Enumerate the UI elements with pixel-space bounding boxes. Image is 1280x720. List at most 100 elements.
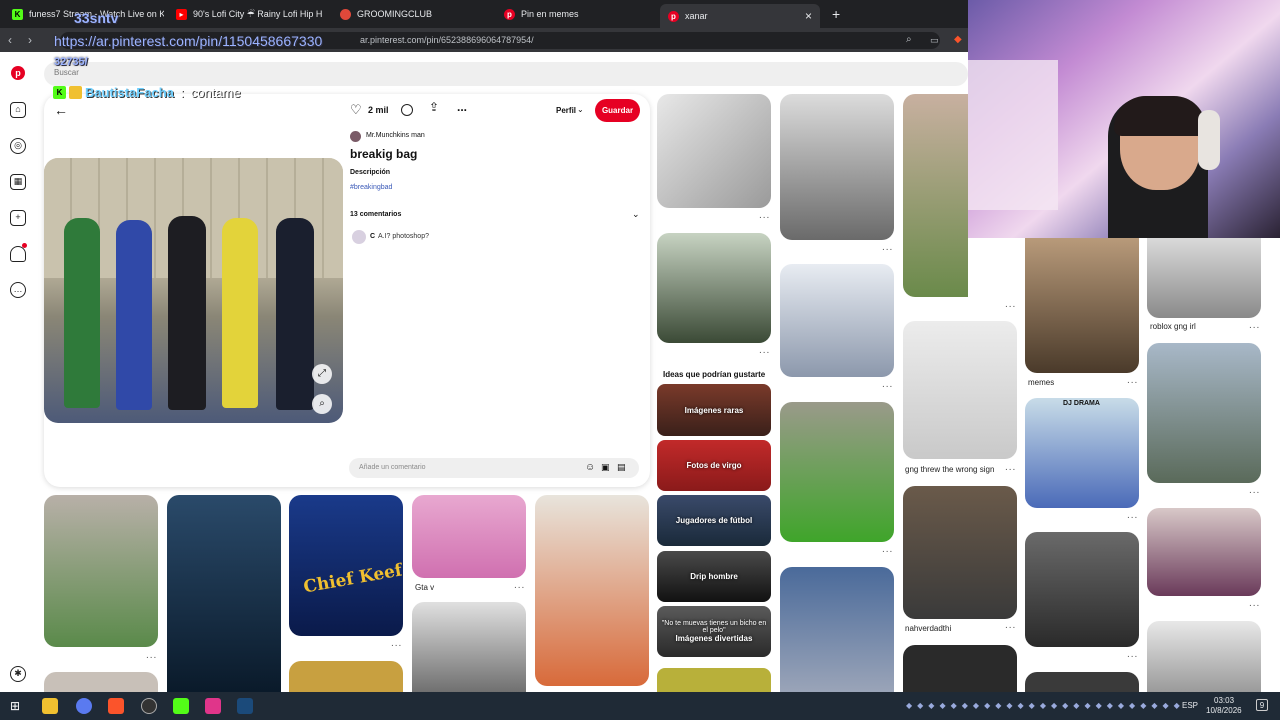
system-tray-icons[interactable]: ◆◆◆◆◆◆◆◆◆◆◆◆◆◆◆◆◆◆◆◆◆◆◆◆◆: [906, 701, 1185, 710]
more-options-icon[interactable]: ...: [146, 650, 157, 661]
emoji-icon[interactable]: ☺: [585, 462, 595, 473]
idea-card[interactable]: Fotos de virgo: [657, 440, 771, 491]
brave-icon[interactable]: [108, 698, 124, 714]
pin-thumbnail[interactable]: [1147, 621, 1261, 692]
back-arrow-icon[interactable]: ←: [54, 102, 68, 118]
expand-icon[interactable]: ⤢: [312, 364, 332, 384]
back-icon[interactable]: ‹: [8, 33, 12, 47]
more-options-icon[interactable]: ...: [1005, 462, 1016, 473]
brave-icon[interactable]: ◆: [954, 33, 962, 47]
more-options-icon[interactable]: ...: [1127, 649, 1138, 660]
more-options-icon[interactable]: ...: [457, 100, 467, 114]
file-explorer-icon[interactable]: [42, 698, 58, 714]
more-options-icon[interactable]: ...: [1249, 485, 1260, 496]
comments-heading[interactable]: 13 comentarios: [350, 211, 401, 218]
more-options-icon[interactable]: ...: [882, 544, 893, 555]
pin-thumbnail[interactable]: [1025, 238, 1139, 373]
more-options-icon[interactable]: ...: [1127, 375, 1138, 386]
home-icon[interactable]: ⌂: [10, 102, 26, 118]
heart-icon[interactable]: ♡: [350, 102, 362, 118]
pinterest-logo-icon[interactable]: p: [11, 66, 25, 80]
more-options-icon[interactable]: ...: [759, 345, 770, 356]
idea-card[interactable]: Jugadores de fútbol: [657, 495, 771, 546]
pin-thumbnail[interactable]: [1025, 672, 1139, 692]
pin-thumbnail[interactable]: [412, 602, 526, 692]
steam-icon[interactable]: [237, 698, 253, 714]
pin-thumbnail[interactable]: [780, 94, 894, 240]
obs-icon[interactable]: [141, 698, 157, 714]
more-options-icon[interactable]: ...: [882, 379, 893, 390]
idea-card[interactable]: Drip hombre: [657, 551, 771, 602]
windows-start-icon[interactable]: ⊞: [10, 698, 26, 714]
author-avatar[interactable]: [350, 131, 361, 142]
chevron-down-icon[interactable]: ⌄: [632, 209, 640, 220]
explore-icon[interactable]: ◎: [10, 138, 26, 154]
author-name[interactable]: Mr.Munchkins man: [366, 132, 425, 139]
more-options-icon[interactable]: ...: [1249, 320, 1260, 331]
close-tab-icon[interactable]: ×: [805, 9, 812, 23]
boards-icon[interactable]: ▦: [10, 174, 26, 190]
pin-thumbnail[interactable]: [167, 495, 281, 692]
pin-thumbnail[interactable]: [1147, 343, 1261, 483]
more-options-icon[interactable]: ...: [1005, 620, 1016, 631]
pinterest-search-bar[interactable]: Buscar: [44, 62, 968, 86]
pin-thumbnail[interactable]: [535, 495, 649, 686]
notification-count[interactable]: 9: [1256, 699, 1268, 711]
image-icon[interactable]: ▤: [617, 462, 626, 473]
pin-thumbnail[interactable]: [44, 495, 158, 647]
pin-thumbnail[interactable]: [1147, 238, 1261, 318]
create-icon[interactable]: +: [10, 210, 26, 226]
forward-icon[interactable]: ›: [28, 33, 32, 47]
more-options-icon[interactable]: ...: [391, 638, 402, 649]
pin-thumbnail[interactable]: [780, 402, 894, 542]
pin-thumbnail[interactable]: [780, 264, 894, 377]
pin-thumbnail[interactable]: [903, 486, 1017, 619]
commenter-avatar[interactable]: [352, 230, 366, 244]
comment-input[interactable]: Añade un comentario ☺ ▣ ▤: [349, 458, 639, 478]
idea-card[interactable]: "No te muevas tienes un bicho en el pelo…: [657, 606, 771, 657]
clock-time[interactable]: 03:03: [1214, 696, 1234, 705]
pin-thumbnail[interactable]: [657, 94, 771, 208]
kick-icon[interactable]: [173, 698, 189, 714]
profile-dropdown[interactable]: Perfil: [556, 106, 576, 115]
app-icon[interactable]: [205, 698, 221, 714]
chrome-icon[interactable]: [76, 698, 92, 714]
pin-thumbnail[interactable]: [903, 94, 968, 297]
tab-groomingclub[interactable]: GROOMINGCLUB: [332, 3, 492, 25]
save-button[interactable]: Guardar: [595, 99, 640, 122]
tab-xanar[interactable]: p xanar ×: [660, 4, 820, 28]
notifications-icon[interactable]: [10, 243, 27, 262]
settings-gear-icon[interactable]: ✱: [10, 666, 26, 682]
pin-thumbnail[interactable]: [412, 495, 526, 578]
tab-youtube[interactable]: ▸ 90's Lofi City ☔ Rainy Lofi Hip H: [168, 3, 328, 25]
tab-pin-memes[interactable]: p Pin en memes: [496, 3, 656, 25]
more-options-icon[interactable]: ...: [1127, 510, 1138, 521]
pin-thumbnail[interactable]: [903, 645, 1017, 692]
pin-thumbnail[interactable]: [780, 567, 894, 692]
pin-main-image[interactable]: ⤢ ⌕: [44, 158, 343, 423]
comment-icon[interactable]: [401, 104, 413, 116]
idea-card[interactable]: Imágenes raras: [657, 384, 771, 436]
more-options-icon[interactable]: ...: [1249, 598, 1260, 609]
pin-thumbnail[interactable]: [1025, 532, 1139, 647]
sticker-icon[interactable]: ▣: [601, 462, 610, 473]
more-options-icon[interactable]: ...: [882, 242, 893, 253]
pin-thumbnail[interactable]: [657, 233, 771, 343]
visual-search-icon[interactable]: ⌕: [312, 394, 332, 414]
search-icon[interactable]: ⌕: [906, 33, 912, 47]
language-indicator[interactable]: ESP: [1182, 701, 1198, 710]
pin-thumbnail[interactable]: [289, 661, 403, 692]
pin-thumbnail[interactable]: Chief Keef: [289, 495, 403, 636]
comment-user[interactable]: C: [370, 233, 375, 240]
pin-thumbnail[interactable]: [44, 672, 158, 692]
more-options-icon[interactable]: ...: [1005, 299, 1016, 310]
new-tab-button[interactable]: +: [824, 3, 844, 25]
share-icon[interactable]: ⇪: [429, 100, 439, 114]
pin-thumbnail[interactable]: [1147, 508, 1261, 596]
pin-thumbnail[interactable]: DJ DRAMA: [1025, 398, 1139, 508]
pin-thumbnail[interactable]: [657, 668, 771, 692]
clock-date[interactable]: 10/8/2026: [1206, 706, 1242, 715]
more-options-icon[interactable]: ...: [514, 580, 525, 591]
hashtag-link[interactable]: #breakingbad: [350, 184, 392, 191]
pin-thumbnail[interactable]: [903, 321, 1017, 459]
